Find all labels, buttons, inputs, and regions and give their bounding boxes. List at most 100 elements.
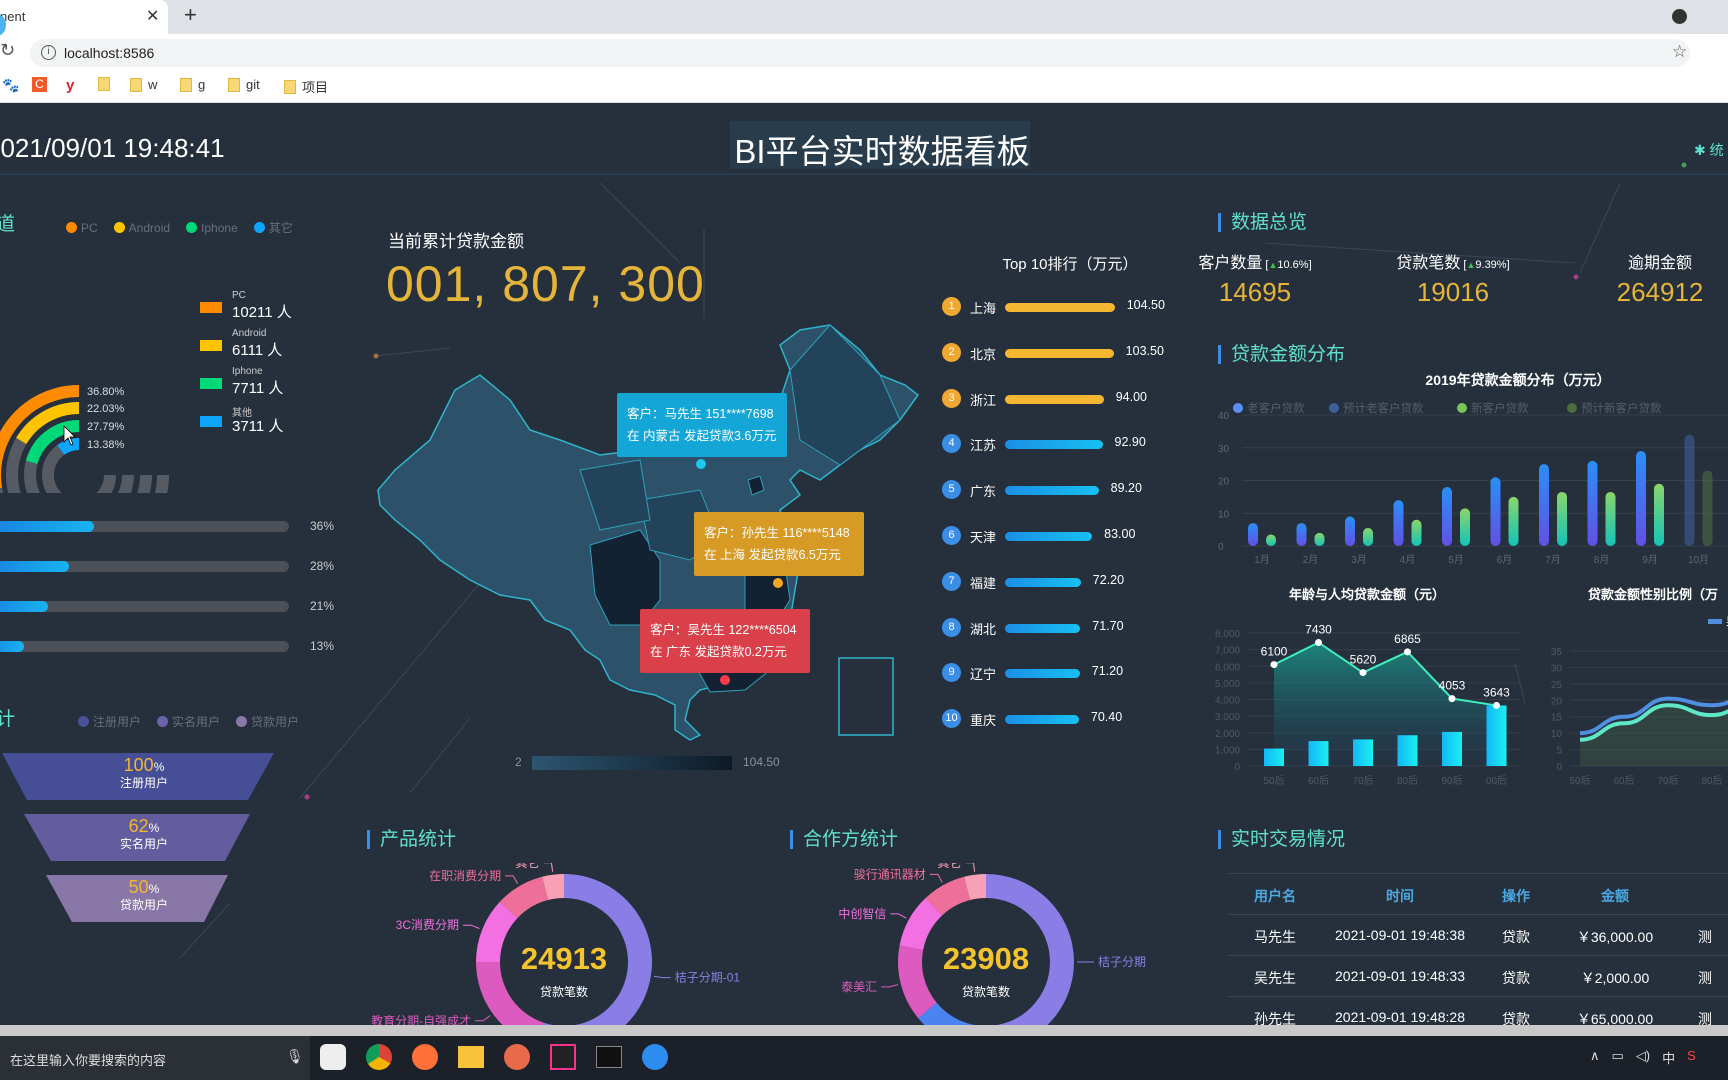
column-header[interactable]: 操作	[1502, 886, 1530, 906]
column-header[interactable]: 用户名	[1254, 886, 1296, 906]
bookmark-star-icon[interactable]: ☆	[1672, 42, 1687, 62]
bar[interactable]	[1508, 496, 1519, 546]
taskbar-search-input[interactable]: 在这里输入你要搜索的内容	[10, 1050, 166, 1069]
map-event-dot[interactable]	[696, 459, 706, 469]
firefox-icon[interactable]	[412, 1044, 438, 1070]
bar[interactable]	[1684, 434, 1695, 546]
line-point[interactable]	[1448, 695, 1456, 703]
ring-arc[interactable]	[57, 438, 80, 456]
bar[interactable]	[1411, 519, 1422, 546]
legend-item[interactable]: Iphone	[186, 221, 238, 235]
bookmark-folder-project[interactable]: 项目	[284, 77, 328, 96]
table-row[interactable]: 孙先生 2021-09-01 19:48:28 贷款 ￥65,000.00 测	[1228, 996, 1728, 1025]
bar[interactable]	[1353, 739, 1373, 766]
line-point[interactable]	[1315, 638, 1322, 646]
legend-item[interactable]: 预计新客户贷款	[1567, 401, 1662, 415]
column-header[interactable]: 时间	[1386, 886, 1414, 906]
top10-row[interactable]: 4 江苏 92.90	[942, 433, 1182, 455]
taskbar-search[interactable]: 在这里输入你要搜索的内容 🎙	[0, 1036, 310, 1080]
legend-item[interactable]: 新客户贷款	[1457, 401, 1529, 415]
bar[interactable]	[1363, 527, 1373, 546]
bar[interactable]	[1442, 731, 1462, 766]
top10-row[interactable]: 7 福建 72.20	[942, 571, 1182, 593]
bar[interactable]	[1264, 748, 1284, 766]
bar[interactable]	[1605, 491, 1616, 546]
top10-row[interactable]: 10 重庆 70.40	[942, 708, 1182, 730]
new-tab-button[interactable]: +	[184, 2, 197, 28]
line-point[interactable]	[1493, 701, 1500, 709]
address-bar[interactable]: i localhost:8586 ☆	[30, 39, 1690, 67]
line-point[interactable]	[1404, 648, 1411, 656]
legend-item[interactable]: 注册用户	[78, 713, 141, 730]
bar[interactable]	[1654, 483, 1664, 546]
legend-item[interactable]: Android	[113, 221, 170, 235]
intellij-icon[interactable]	[550, 1044, 576, 1070]
top10-row[interactable]: 5 广东 89.20	[942, 479, 1182, 501]
bar[interactable]	[1442, 487, 1452, 546]
line-point[interactable]	[1270, 661, 1278, 669]
bar[interactable]	[1266, 534, 1276, 546]
volume-icon[interactable]: ◁)	[1636, 1048, 1650, 1067]
column-header[interactable]: 金额	[1601, 886, 1629, 906]
bar[interactable]	[1587, 460, 1598, 546]
top10-row[interactable]: 6 天津 83.00	[942, 525, 1182, 547]
top10-row[interactable]: 8 湖北 71.70	[942, 617, 1182, 639]
network-icon[interactable]: ▭	[1612, 1048, 1624, 1067]
top10-row[interactable]: 9 辽宁 71.20	[942, 662, 1182, 684]
bookmark-csdn[interactable]: C	[32, 77, 47, 92]
table-row[interactable]: 马先生 2021-09-01 19:48:38 贷款 ￥36,000.00 测	[1228, 914, 1728, 955]
legend-item[interactable]: 老客户贷款	[1233, 401, 1305, 415]
info-icon[interactable]: i	[41, 45, 56, 60]
bar[interactable]	[1636, 451, 1646, 546]
bar[interactable]	[1345, 516, 1355, 546]
sogou-icon[interactable]: S	[1687, 1048, 1696, 1067]
k-app-icon[interactable]	[642, 1044, 668, 1070]
app-icon[interactable]	[320, 1044, 346, 1070]
bar[interactable]	[1486, 705, 1507, 766]
tab-close-icon[interactable]: ✕	[146, 6, 159, 26]
legend-item[interactable]: 其它	[253, 219, 293, 236]
bookmark-folder-1[interactable]	[98, 77, 116, 91]
file-explorer-icon[interactable]	[458, 1046, 484, 1068]
progress-label: 21%	[310, 599, 335, 613]
legend-item[interactable]: 贷款用户	[236, 713, 299, 730]
horizontal-scrollbar[interactable]	[0, 1025, 1728, 1036]
bar[interactable]	[1296, 523, 1307, 546]
bookmark-baidu[interactable]: 🐾	[2, 77, 19, 94]
bar[interactable]	[1397, 735, 1418, 766]
bar[interactable]	[1539, 464, 1549, 546]
bar[interactable]	[1490, 477, 1501, 546]
legend-item[interactable]: 实名用户	[157, 713, 220, 730]
bar[interactable]	[1248, 523, 1258, 546]
microphone-icon[interactable]: 🎙	[286, 1048, 304, 1065]
tab-search-icon[interactable]	[1672, 9, 1687, 24]
line-point[interactable]	[1359, 669, 1367, 677]
map-event-dot[interactable]	[720, 675, 730, 685]
top10-row[interactable]: 3 浙江 94.00	[942, 388, 1182, 410]
table-row[interactable]: 吴先生 2021-09-01 19:48:33 贷款 ￥2,000.00 测	[1228, 955, 1728, 996]
bookmark-youdao[interactable]: y	[66, 77, 74, 94]
ime-indicator[interactable]: 中	[1662, 1048, 1675, 1067]
settings-button[interactable]: ✱ 统	[1694, 140, 1724, 160]
bar[interactable]	[1308, 741, 1329, 766]
browser-tab[interactable]: nent ✕	[0, 0, 168, 34]
bar[interactable]	[1702, 470, 1713, 546]
url-text[interactable]: localhost:8586	[64, 45, 154, 61]
bar[interactable]	[1314, 532, 1325, 546]
bar[interactable]	[1393, 500, 1404, 546]
legend-item[interactable]: PC	[66, 221, 98, 235]
paint-icon[interactable]	[504, 1044, 530, 1070]
tray-chevron-icon[interactable]: ∧	[1590, 1048, 1600, 1067]
bar[interactable]	[1460, 508, 1470, 546]
map-event-dot[interactable]	[773, 578, 783, 588]
chrome-icon[interactable]	[366, 1044, 392, 1070]
bookmark-folder-g[interactable]: g	[180, 77, 205, 92]
bookmark-folder-w[interactable]: w	[130, 77, 157, 92]
terminal-icon[interactable]	[596, 1046, 622, 1068]
reload-icon[interactable]: ↻	[0, 40, 15, 61]
bar[interactable]	[1557, 491, 1567, 546]
top10-row[interactable]: 2 北京 103.50	[942, 342, 1182, 364]
top10-row[interactable]: 1 上海 104.50	[942, 296, 1182, 318]
bookmark-folder-git[interactable]: git	[228, 77, 260, 92]
legend-item[interactable]: 预计老客户贷款	[1329, 401, 1424, 415]
